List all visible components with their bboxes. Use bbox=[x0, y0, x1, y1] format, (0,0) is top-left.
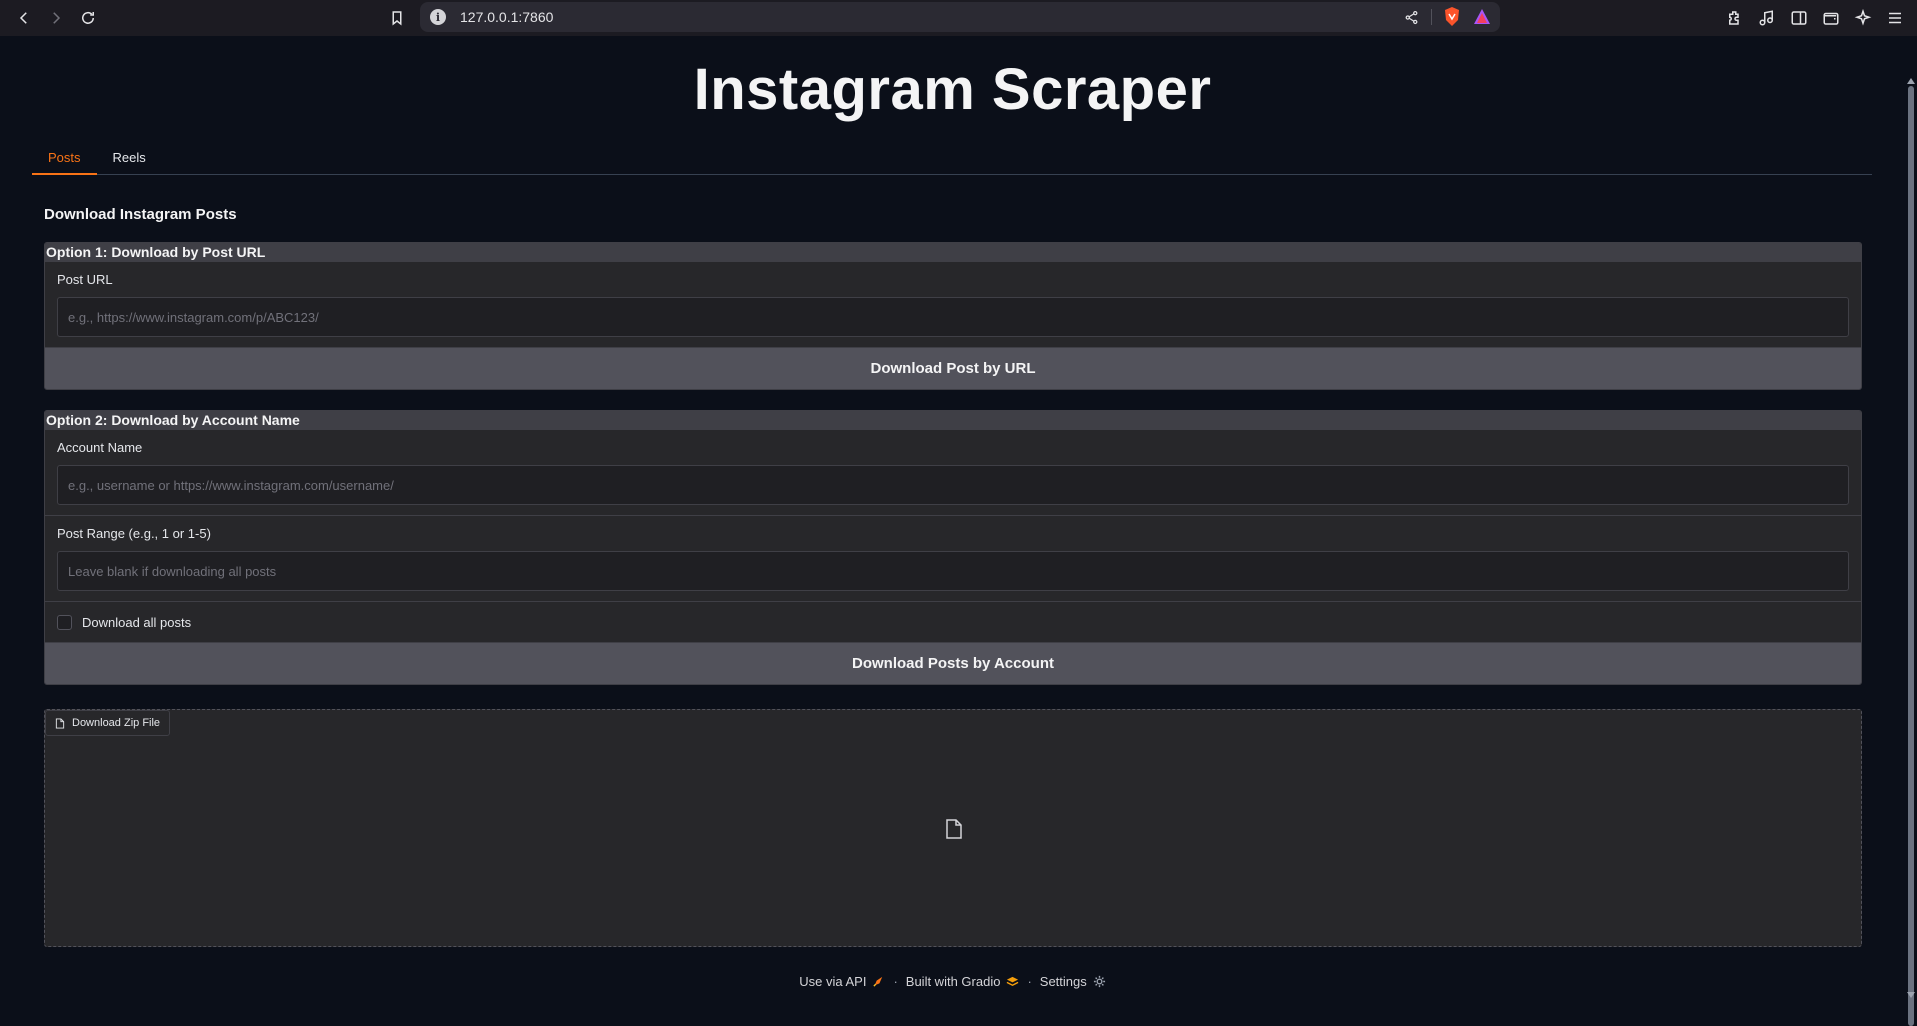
browser-toolbar: i 127.0.0.1:7860 bbox=[0, 0, 1917, 36]
file-download-area[interactable]: Download Zip File bbox=[44, 709, 1862, 947]
post-range-input[interactable] bbox=[57, 551, 1849, 591]
file-label: Download Zip File bbox=[45, 710, 171, 736]
download-all-row: Download all posts bbox=[45, 602, 1861, 643]
use-via-api-label[interactable]: Use via API bbox=[799, 974, 866, 989]
post-url-field: Post URL bbox=[45, 262, 1861, 348]
account-name-input[interactable] bbox=[57, 465, 1849, 505]
footer-separator: · bbox=[893, 974, 898, 989]
option1-title: Option 1: Download by Post URL bbox=[45, 243, 1861, 262]
file-label-text: Download Zip File bbox=[72, 717, 161, 729]
use-via-api-link[interactable]: Use via API bbox=[799, 974, 885, 989]
divider bbox=[1431, 9, 1432, 25]
gear-icon bbox=[1093, 975, 1105, 988]
gradio-logo-icon bbox=[1007, 976, 1019, 986]
forward-icon[interactable] bbox=[40, 3, 72, 33]
scroll-up-icon[interactable] bbox=[1907, 78, 1915, 84]
page: Instagram Scraper Posts Reels Download I… bbox=[0, 36, 1905, 1002]
tab-reels[interactable]: Reels bbox=[97, 144, 162, 175]
file-icon bbox=[55, 717, 65, 729]
browser-extensions bbox=[1721, 3, 1909, 33]
extensions-icon[interactable] bbox=[1721, 3, 1749, 33]
reload-icon[interactable] bbox=[72, 3, 104, 33]
rocket-icon bbox=[873, 976, 883, 987]
download-post-by-url-button[interactable]: Download Post by URL bbox=[45, 348, 1861, 389]
address-bar-actions bbox=[1401, 6, 1492, 28]
section-heading: Download Instagram Posts bbox=[44, 206, 237, 223]
browser-nav bbox=[8, 3, 104, 33]
tab-posts[interactable]: Posts bbox=[32, 144, 97, 175]
wallet-icon[interactable] bbox=[1817, 3, 1845, 33]
account-name-field: Account Name bbox=[45, 430, 1861, 516]
music-icon[interactable] bbox=[1753, 3, 1781, 33]
brave-shields-icon[interactable] bbox=[1442, 6, 1462, 28]
account-name-label: Account Name bbox=[57, 440, 143, 455]
post-url-label: Post URL bbox=[57, 272, 113, 287]
post-url-input[interactable] bbox=[57, 297, 1849, 337]
scroll-down-icon[interactable] bbox=[1907, 992, 1915, 998]
file-placeholder-icon bbox=[946, 819, 962, 839]
tab-bar: Posts Reels bbox=[32, 144, 1872, 175]
menu-icon[interactable] bbox=[1881, 3, 1909, 33]
brave-rewards-icon[interactable] bbox=[1472, 6, 1492, 28]
address-bar[interactable]: i 127.0.0.1:7860 bbox=[420, 2, 1500, 32]
settings-label[interactable]: Settings bbox=[1040, 974, 1087, 989]
sidebar-icon[interactable] bbox=[1785, 3, 1813, 33]
back-icon[interactable] bbox=[8, 3, 40, 33]
download-posts-by-account-button[interactable]: Download Posts by Account bbox=[45, 643, 1861, 684]
built-with-gradio-label[interactable]: Built with Gradio bbox=[906, 974, 1001, 989]
footer-separator: · bbox=[1027, 974, 1032, 989]
footer: Use via API · Built with Gradio · Settin… bbox=[0, 974, 1905, 989]
url-text[interactable]: 127.0.0.1:7860 bbox=[460, 9, 553, 25]
leo-ai-icon[interactable] bbox=[1849, 3, 1877, 33]
settings-link[interactable]: Settings bbox=[1040, 974, 1106, 989]
option1-group: Option 1: Download by Post URL Post URL … bbox=[44, 242, 1862, 390]
share-icon[interactable] bbox=[1401, 6, 1421, 28]
page-scrollbar[interactable] bbox=[1905, 36, 1917, 1026]
bookmark-icon[interactable] bbox=[382, 3, 412, 33]
option2-group: Option 2: Download by Account Name Accou… bbox=[44, 410, 1862, 685]
site-info-icon[interactable]: i bbox=[430, 9, 446, 25]
post-range-label: Post Range (e.g., 1 or 1-5) bbox=[57, 526, 211, 541]
scroll-thumb[interactable] bbox=[1908, 86, 1914, 1026]
built-with-gradio-link[interactable]: Built with Gradio bbox=[906, 974, 1020, 989]
download-all-label[interactable]: Download all posts bbox=[82, 615, 191, 630]
post-range-field: Post Range (e.g., 1 or 1-5) bbox=[45, 516, 1861, 602]
download-all-checkbox[interactable] bbox=[57, 614, 72, 630]
page-title: Instagram Scraper bbox=[693, 57, 1212, 122]
option2-title: Option 2: Download by Account Name bbox=[45, 411, 1861, 430]
